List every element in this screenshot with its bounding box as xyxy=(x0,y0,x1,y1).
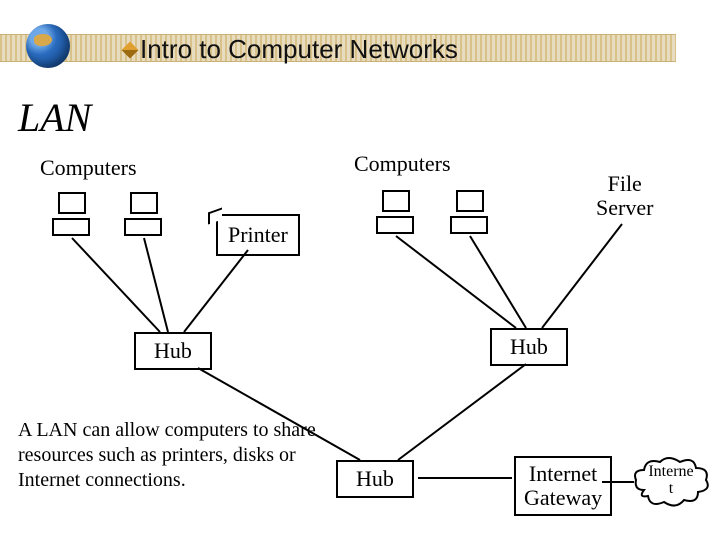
header-banner: Intro to Computer Networks xyxy=(0,18,720,74)
hub-right-label: Hub xyxy=(510,334,548,359)
computer-monitor-icon xyxy=(130,192,158,214)
internet-label: Interne t xyxy=(632,464,710,498)
hub-right-node: Hub xyxy=(490,328,568,366)
internet-gateway-label: Internet Gateway xyxy=(524,461,602,510)
computer-base-icon xyxy=(124,218,162,236)
printer-node: Printer xyxy=(216,214,300,256)
internet-cloud-node: Interne t xyxy=(632,456,710,508)
hub-center-node: Hub xyxy=(336,460,414,498)
hub-left-node: Hub xyxy=(134,332,212,370)
slide-description: A LAN can allow computers to share resou… xyxy=(18,418,318,493)
computer-monitor-icon xyxy=(382,190,410,212)
printer-label: Printer xyxy=(228,222,288,247)
label-file-server: File Server xyxy=(596,172,653,220)
slide-title: Intro to Computer Networks xyxy=(140,34,458,65)
slide-heading: LAN xyxy=(18,94,91,141)
slide: Intro to Computer Networks LAN Computers… xyxy=(0,0,720,540)
label-computers-left: Computers xyxy=(40,156,137,180)
hub-center-label: Hub xyxy=(356,466,394,491)
computer-monitor-icon xyxy=(58,192,86,214)
globe-icon xyxy=(26,24,70,68)
computer-base-icon xyxy=(450,216,488,234)
label-computers-right: Computers xyxy=(354,152,451,176)
computer-monitor-icon xyxy=(456,190,484,212)
internet-gateway-node: Internet Gateway xyxy=(514,456,612,516)
hub-left-label: Hub xyxy=(154,338,192,363)
computer-base-icon xyxy=(376,216,414,234)
computer-base-icon xyxy=(52,218,90,236)
